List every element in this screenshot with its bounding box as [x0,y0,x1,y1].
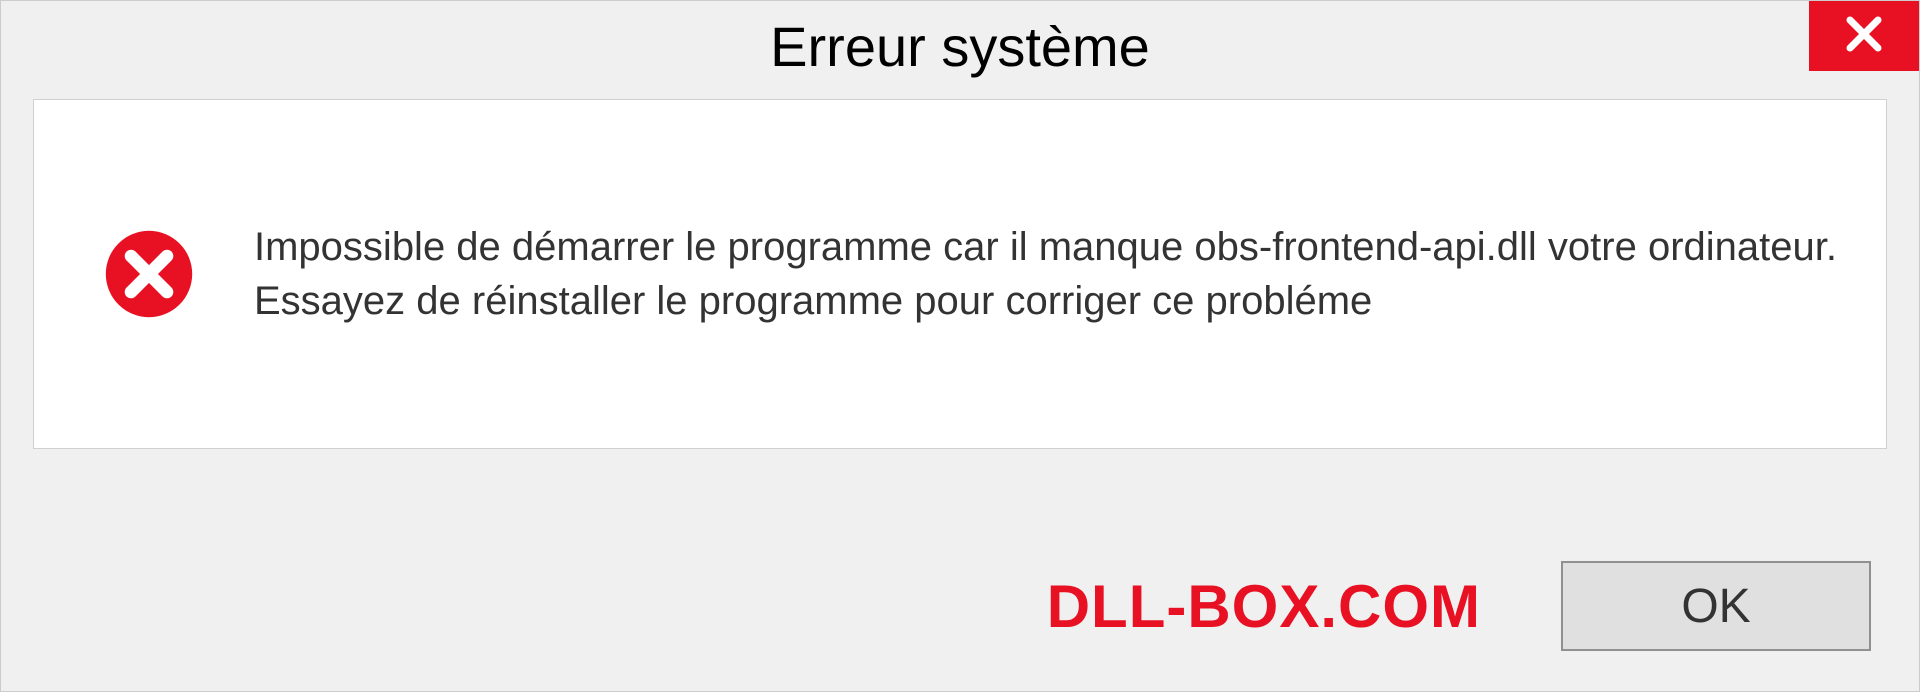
content-area: Impossible de démarrer le programme car … [33,99,1887,449]
dialog-title: Erreur système [770,14,1150,79]
close-icon [1844,14,1884,59]
ok-button-label: OK [1681,579,1750,634]
error-message: Impossible de démarrer le programme car … [254,220,1846,328]
close-button[interactable] [1809,1,1919,71]
error-icon [104,229,194,319]
error-dialog: Erreur système Impossible de démarrer le… [0,0,1920,692]
watermark-text: DLL-BOX.COM [1047,572,1481,641]
footer: DLL-BOX.COM OK [1,561,1919,651]
ok-button[interactable]: OK [1561,561,1871,651]
titlebar: Erreur système [1,1,1919,91]
